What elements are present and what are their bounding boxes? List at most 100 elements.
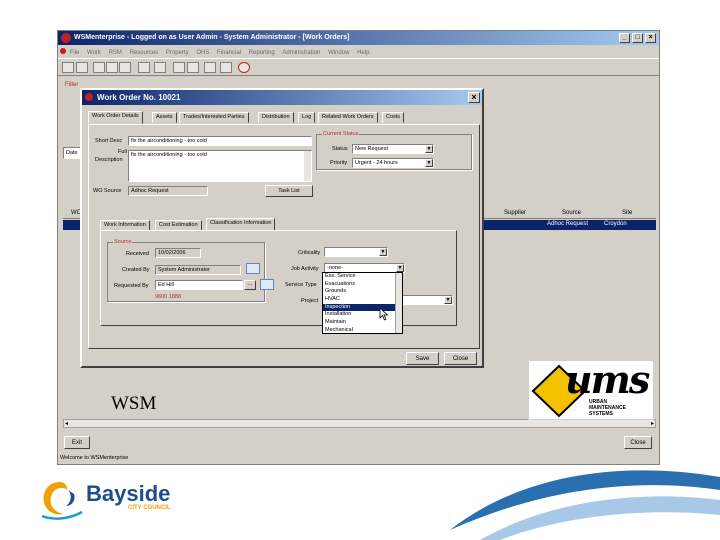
filter-label: Filter bbox=[65, 82, 79, 88]
report-icon[interactable] bbox=[106, 62, 118, 73]
grid-icon[interactable] bbox=[119, 62, 131, 73]
full-desc-field[interactable]: fix the airconditioning - too cold bbox=[128, 150, 312, 182]
menu-help[interactable]: Help bbox=[357, 50, 369, 56]
job-activity-dropdown[interactable]: Ess. Service Evacuations Grounds HVAC In… bbox=[322, 272, 403, 334]
status-bar: Welcome to WSMenterprise bbox=[60, 455, 129, 461]
menu-financial[interactable]: Financial bbox=[217, 50, 241, 56]
created-by-label: Created By bbox=[122, 267, 150, 273]
print-icon[interactable] bbox=[187, 62, 199, 73]
wo-source-field: Adhoc Request bbox=[128, 186, 208, 196]
chevron-down-icon[interactable]: ▼ bbox=[396, 264, 404, 272]
short-desc-label: Short Desc bbox=[95, 138, 123, 144]
lookup-button[interactable]: ... bbox=[244, 280, 256, 290]
full-desc-scrollbar[interactable] bbox=[304, 151, 311, 181]
dialog-close-bottom-button[interactable]: Close bbox=[444, 352, 477, 365]
status-label: Status bbox=[332, 146, 348, 152]
menubar: File Work RSM Resources Property OHS Fin… bbox=[58, 46, 659, 56]
document-icon[interactable] bbox=[93, 62, 105, 73]
main-titlebar: WSMenterprise - Logged on as User Admin … bbox=[58, 31, 659, 45]
priority-select[interactable]: Urgent - 24 hours ▼ bbox=[352, 158, 434, 168]
requested-by-label: Requested By bbox=[114, 283, 149, 289]
project-label: Project bbox=[301, 298, 319, 304]
row-source: Adhoc Request bbox=[547, 221, 589, 227]
col-supplier[interactable]: Supplier bbox=[504, 210, 526, 216]
close-window-button[interactable]: × bbox=[645, 33, 656, 43]
tab-assets[interactable]: Assets bbox=[152, 112, 177, 123]
requester-phone: 9600 1888 bbox=[155, 294, 181, 300]
help-icon[interactable] bbox=[238, 62, 250, 73]
dialog-title: Work Order No. 10021 bbox=[97, 93, 181, 102]
row-site: Croydon bbox=[604, 221, 627, 227]
status-select[interactable]: New Request ▼ bbox=[352, 144, 434, 154]
close-button[interactable]: Close bbox=[624, 436, 652, 449]
preview-icon[interactable] bbox=[173, 62, 185, 73]
dialog-titlebar: Work Order No. 10021 × bbox=[82, 90, 482, 105]
scroll-right-icon[interactable]: ▸ bbox=[651, 420, 654, 427]
menu-window[interactable]: Window bbox=[328, 50, 349, 56]
bayside-subtitle: CITY COUNCIL bbox=[128, 505, 171, 511]
dialog-tabs: Work Order Details Assets Trades/Interes… bbox=[88, 111, 480, 124]
menu-work[interactable]: Work bbox=[87, 50, 101, 56]
full-desc-label-2: Description bbox=[95, 157, 123, 163]
menu-ohs[interactable]: OHS bbox=[196, 50, 209, 56]
contact-icon[interactable] bbox=[260, 279, 274, 290]
table-icon[interactable] bbox=[138, 62, 150, 73]
chevron-down-icon[interactable]: ▼ bbox=[379, 248, 387, 256]
received-label: Received bbox=[126, 251, 149, 257]
tab-costs[interactable]: Costs bbox=[382, 112, 405, 123]
criticality-label: Criticality bbox=[298, 250, 321, 256]
menu-file[interactable]: File bbox=[70, 50, 80, 56]
exit-button[interactable]: Exit bbox=[64, 436, 90, 449]
menu-resources[interactable]: Resources bbox=[130, 50, 159, 56]
window-title: WSMenterprise - Logged on as User Admin … bbox=[74, 34, 350, 41]
menu-property[interactable]: Property bbox=[166, 50, 189, 56]
maximize-button[interactable]: □ bbox=[632, 33, 643, 43]
tab-trades[interactable]: Trades/Interested Parties bbox=[179, 112, 249, 123]
menu-reporting[interactable]: Reporting bbox=[249, 50, 275, 56]
col-site[interactable]: Site bbox=[622, 210, 632, 216]
full-desc-label-1: Full bbox=[118, 149, 127, 155]
list-item[interactable]: HVAC bbox=[323, 296, 402, 304]
save-button[interactable]: Save bbox=[406, 352, 439, 365]
list-item[interactable]: Evacuations bbox=[323, 281, 402, 289]
criticality-select[interactable]: ▼ bbox=[324, 247, 388, 257]
screen-icon[interactable] bbox=[76, 62, 88, 73]
menu-administration[interactable]: Administration bbox=[282, 50, 320, 56]
car-icon[interactable] bbox=[62, 62, 74, 73]
minimize-button[interactable]: _ bbox=[619, 33, 630, 43]
priority-label: Priority bbox=[330, 160, 348, 166]
tab-distribution[interactable]: Distribution bbox=[258, 112, 294, 123]
horizontal-scrollbar[interactable]: ◂ ▸ bbox=[63, 419, 656, 428]
dialog-close-button[interactable]: × bbox=[468, 92, 480, 103]
requested-by-field[interactable]: Ed Hill bbox=[155, 280, 243, 290]
list-item-selected[interactable]: Inspection bbox=[323, 303, 402, 312]
tab-related-work-orders[interactable]: Related Work Orders bbox=[318, 112, 378, 123]
job-activity-label: Job Activity bbox=[291, 266, 319, 272]
status-value: New Request bbox=[355, 146, 389, 152]
scroll-left-icon[interactable]: ◂ bbox=[65, 420, 68, 427]
export-icon[interactable] bbox=[204, 62, 216, 73]
toolbar bbox=[58, 58, 659, 76]
tab-log[interactable]: Log bbox=[298, 112, 316, 123]
short-desc-field[interactable]: fix the airconditioning - too cold bbox=[128, 136, 312, 146]
chevron-down-icon[interactable]: ▼ bbox=[425, 145, 433, 153]
list-item[interactable]: Grounds bbox=[323, 288, 402, 296]
ums-logo: ums URBAN MAINTENANCE SYSTEMS bbox=[528, 360, 654, 420]
dialog-app-icon bbox=[85, 93, 93, 101]
chevron-down-icon[interactable]: ▼ bbox=[425, 159, 433, 167]
work-order-dialog: Work Order No. 10021 × Work Order Detail… bbox=[80, 88, 484, 368]
menu-rsm[interactable]: RSM bbox=[109, 50, 122, 56]
list-item[interactable]: Installation bbox=[323, 311, 402, 319]
wo-source-label: WO Source bbox=[93, 188, 122, 194]
col-source[interactable]: Source bbox=[562, 210, 581, 216]
list-item[interactable]: Maintain bbox=[323, 319, 402, 327]
dropdown-scrollbar[interactable] bbox=[395, 273, 402, 333]
task-list-button[interactable]: Task List bbox=[265, 185, 313, 197]
chevron-down-icon[interactable]: ▼ bbox=[444, 296, 452, 304]
attach-icon[interactable] bbox=[220, 62, 232, 73]
contact-icon[interactable] bbox=[246, 263, 260, 274]
chart-icon[interactable] bbox=[154, 62, 166, 73]
list-item[interactable]: Ess. Service bbox=[323, 273, 402, 281]
tab-work-order-details[interactable]: Work Order Details bbox=[88, 111, 143, 124]
list-item[interactable]: Mechanical bbox=[323, 327, 402, 335]
